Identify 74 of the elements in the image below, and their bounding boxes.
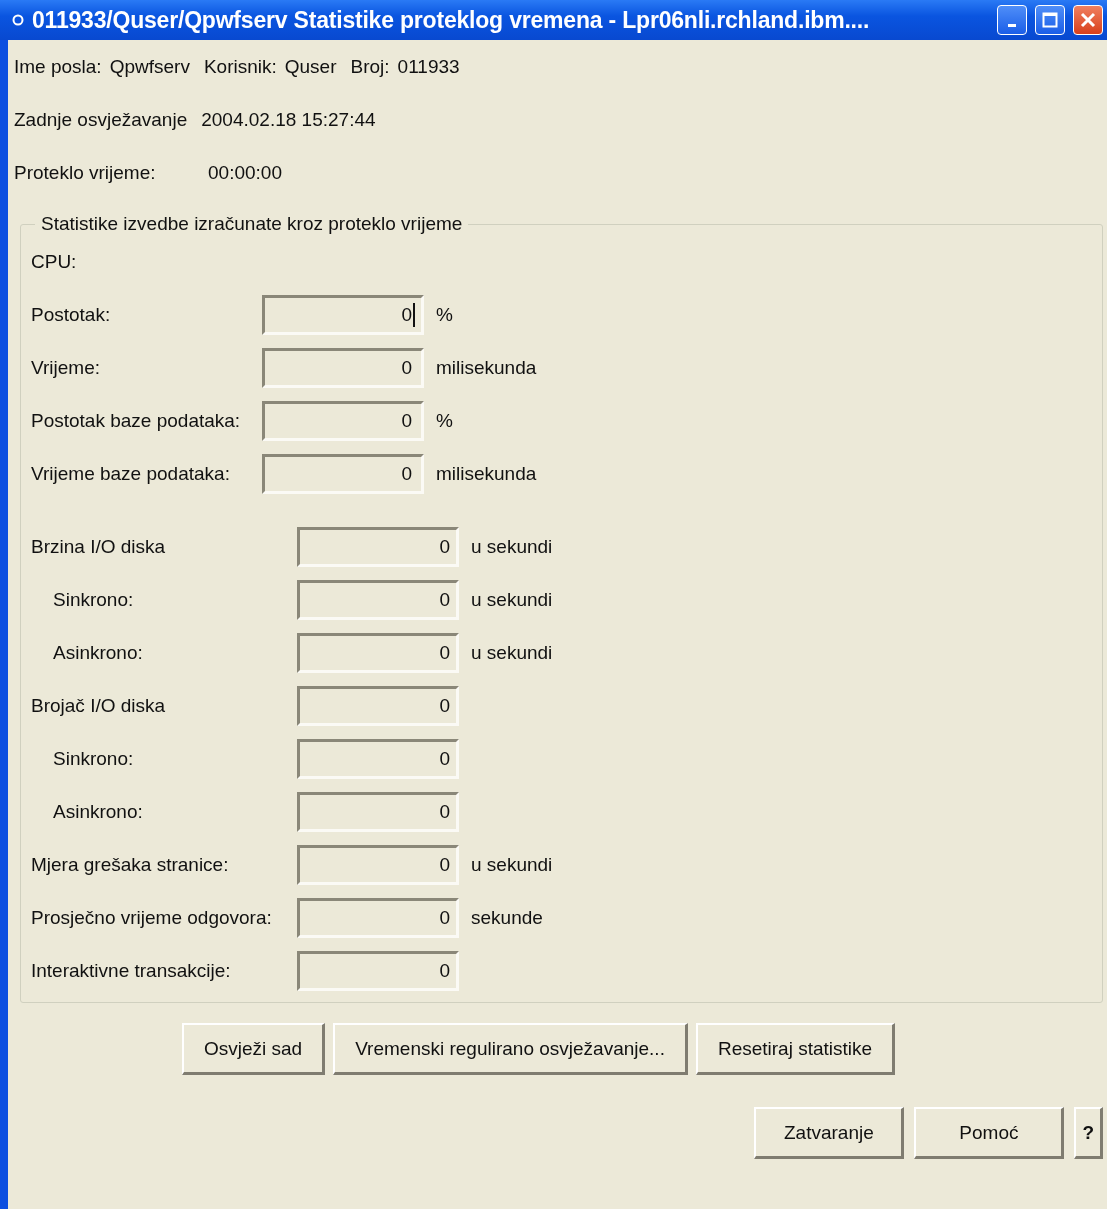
maximize-button[interactable] (1035, 5, 1065, 35)
action-button[interactable]: Resetiraj statistike (695, 1023, 896, 1075)
stat-label: Postotak baze podataka: (31, 409, 242, 432)
unit-label: milisekunda (436, 356, 537, 379)
info-label: Korisnik: (203, 55, 277, 78)
group-title: Statistike izvedbe izračunate kroz proteklo vrijeme (40, 213, 464, 235)
stat-label: Brojač I/O diska (31, 694, 167, 717)
stat-value: 0 (401, 409, 412, 432)
stat-label: Brzina I/O diska (31, 535, 167, 558)
info-value: 2004.02.18 15:27:44 (201, 108, 376, 131)
window-icon (12, 14, 24, 26)
stat-value: 0 (439, 959, 450, 982)
stat-field[interactable]: 0 (262, 347, 424, 388)
stat-value: 0 (401, 303, 412, 326)
stat-field[interactable]: 0 (262, 294, 424, 335)
dialog-button[interactable]: Pomoć (914, 1107, 1065, 1159)
stat-field[interactable]: 0 (297, 897, 459, 938)
stat-field[interactable]: 0 (297, 791, 459, 832)
stat-label: Vrijeme: (31, 356, 101, 379)
unit-label: % (436, 303, 453, 326)
info-label: Broj: (350, 55, 390, 78)
stat-value: 0 (401, 462, 412, 485)
info-value: 00:00:00 (208, 161, 282, 184)
stat-label: Vrijeme baze podataka: (31, 462, 231, 485)
stat-value: 0 (439, 694, 450, 717)
minimize-button[interactable] (997, 5, 1027, 35)
action-button[interactable]: Vremenski regulirano osvježavanje... (333, 1023, 688, 1075)
unit-label: u sekundi (471, 641, 553, 664)
dialog-button[interactable]: Zatvaranje (754, 1107, 905, 1159)
unit-label: milisekunda (436, 462, 537, 485)
close-button[interactable] (1073, 5, 1103, 35)
stat-value: 0 (439, 800, 450, 823)
minimize-icon (1008, 23, 1016, 27)
stat-value: 0 (439, 747, 450, 770)
info-label: Zadnje osvježavanje (14, 108, 188, 131)
stat-field[interactable]: 0 (297, 526, 459, 567)
stat-value: 0 (439, 853, 450, 876)
info-label: Ime posla: (14, 55, 102, 78)
info-value: Qpwfserv (109, 55, 190, 78)
stat-field[interactable]: 0 (297, 632, 459, 673)
stat-label: Sinkrono: (53, 588, 135, 611)
stat-label: Asinkrono: (53, 800, 144, 823)
stat-label: Sinkrono: (53, 747, 135, 770)
window-title: 011933/Quser/Qpwfserv Statistike proteklog vremena - Lpr06nli.rchland.ibm.... (32, 6, 871, 34)
stat-value: 0 (439, 641, 450, 664)
stat-label: Interaktivne transakcije: (31, 959, 232, 982)
info-label: Proteklo vrijeme: (14, 161, 157, 184)
stat-label: Mjera grešaka stranice: (31, 853, 230, 876)
stat-field[interactable]: 0 (262, 453, 424, 494)
unit-label: u sekundi (471, 853, 553, 876)
unit-label: sekunde (471, 906, 543, 929)
close-icon (1080, 12, 1096, 28)
stat-field[interactable]: 0 (297, 844, 459, 885)
stat-field[interactable]: 0 (297, 685, 459, 726)
stat-value: 0 (439, 588, 450, 611)
stat-value: 0 (401, 356, 412, 379)
unit-label: u sekundi (471, 588, 553, 611)
info-value: Quser (284, 55, 337, 78)
stat-field[interactable]: 0 (297, 579, 459, 620)
stat-field[interactable]: 0 (262, 400, 424, 441)
stat-label: Postotak: (31, 303, 112, 326)
unit-label: % (436, 409, 453, 432)
unit-label: u sekundi (471, 535, 553, 558)
help-button[interactable]: ? (1074, 1107, 1103, 1159)
stat-label: Asinkrono: (53, 641, 144, 664)
info-value: 011933 (397, 55, 460, 78)
action-button[interactable]: Osvježi sad (181, 1023, 326, 1075)
stat-label: Prosječno vrijeme odgovora: (31, 906, 273, 929)
stat-value: 0 (439, 906, 450, 929)
section-label: CPU: (31, 250, 78, 273)
stat-value: 0 (439, 535, 450, 558)
stat-field[interactable]: 0 (297, 738, 459, 779)
maximize-icon (1042, 12, 1058, 28)
stat-field[interactable]: 0 (297, 950, 459, 991)
